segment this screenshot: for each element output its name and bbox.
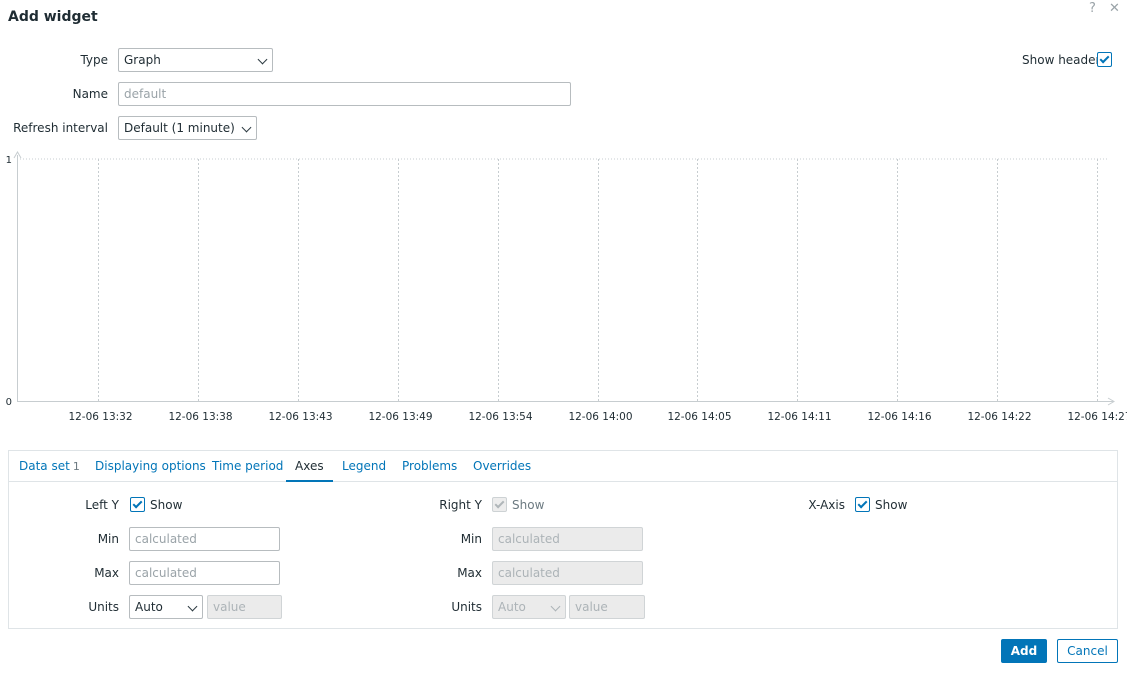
x-axis-label: X-Axis	[808, 498, 845, 512]
show-header-label: Show header	[1022, 53, 1101, 67]
type-label: Type	[80, 53, 108, 67]
left-y-label: Left Y	[85, 498, 119, 512]
graph-preview: 12-06 13:32 12-06 13:38 12-06 13:43 12-06 1…	[6, 151, 1127, 423]
type-select-value: Graph	[124, 53, 161, 67]
left-y-min-label: Min	[97, 532, 119, 546]
checkmark-icon	[1099, 53, 1110, 64]
tab-displaying-options[interactable]: Displaying options	[95, 451, 206, 482]
right-y-show-checkbox	[492, 497, 507, 512]
chevron-down-icon	[241, 122, 252, 133]
left-y-max-input[interactable]	[129, 561, 280, 585]
x-axis-show-checkbox[interactable]	[855, 497, 870, 512]
name-input[interactable]	[118, 82, 571, 106]
right-y-units-value-input	[569, 595, 645, 619]
x-tick-label: 12-06 13:32	[68, 411, 132, 423]
cancel-button[interactable]: Cancel	[1057, 639, 1118, 663]
x-tick-label: 12-06 14:27	[1067, 411, 1127, 423]
left-y-show-label: Show	[150, 498, 183, 512]
right-y-min-label: Min	[460, 532, 482, 546]
x-tick-label: 12-06 14:11	[767, 411, 831, 423]
left-y-show-checkbox[interactable]	[130, 497, 145, 512]
tab-data-set[interactable]: Data set 1	[19, 451, 80, 482]
refresh-interval-value: Default (1 minute)	[124, 121, 235, 135]
dialog-title: Add widget	[8, 9, 98, 25]
tab-problems[interactable]: Problems	[402, 451, 457, 482]
x-tick-label: 12-06 13:49	[368, 411, 432, 423]
left-y-min-input[interactable]	[129, 527, 280, 551]
right-y-max-input	[492, 561, 643, 585]
chevron-down-icon	[550, 601, 561, 612]
right-y-units-label: Units	[451, 600, 482, 614]
right-y-units-value: Auto	[498, 600, 526, 614]
y-tick-label: 1	[6, 155, 12, 166]
chevron-down-icon	[187, 601, 198, 612]
refresh-interval-label: Refresh interval	[13, 121, 108, 135]
checkmark-icon	[494, 498, 505, 509]
close-icon[interactable]: ✕	[1109, 1, 1120, 16]
x-axis-show-label: Show	[875, 498, 908, 512]
tab-axes[interactable]: Axes	[286, 451, 333, 482]
tab-label: Data set	[19, 459, 70, 473]
left-y-max-label: Max	[94, 566, 119, 580]
left-y-units-select[interactable]: Auto	[129, 595, 203, 619]
chevron-down-icon	[257, 54, 268, 65]
x-tick-label: 12-06 14:05	[667, 411, 731, 423]
right-y-show-label: Show	[512, 498, 545, 512]
type-select[interactable]: Graph	[118, 48, 273, 72]
x-tick-label: 12-06 13:38	[168, 411, 232, 423]
right-y-min-input	[492, 527, 643, 551]
right-y-units-select: Auto	[492, 595, 566, 619]
left-y-units-label: Units	[88, 600, 119, 614]
left-y-units-value: Auto	[135, 600, 163, 614]
tab-legend[interactable]: Legend	[342, 451, 386, 482]
left-y-units-value-input	[207, 595, 282, 619]
tab-bar: Data set 1 Displaying options Time period…	[9, 451, 1117, 482]
name-label: Name	[72, 87, 108, 101]
checkmark-icon	[857, 498, 868, 509]
refresh-interval-select[interactable]: Default (1 minute)	[118, 116, 257, 140]
x-tick-label: 12-06 14:22	[967, 411, 1031, 423]
right-y-label: Right Y	[439, 498, 482, 512]
x-tick-label: 12-06 13:54	[468, 411, 532, 423]
y-tick-label: 0	[6, 397, 12, 408]
help-icon[interactable]: ?	[1089, 1, 1096, 16]
tab-time-period[interactable]: Time period	[212, 451, 283, 482]
x-tick-label: 12-06 13:43	[268, 411, 332, 423]
tab-count-badge: 1	[72, 460, 80, 473]
widget-config-tabs: Data set 1 Displaying options Time period…	[8, 450, 1118, 629]
tab-overrides[interactable]: Overrides	[473, 451, 531, 482]
add-button[interactable]: Add	[1001, 639, 1047, 663]
x-tick-label: 12-06 14:00	[568, 411, 632, 423]
x-tick-label: 12-06 14:16	[867, 411, 931, 423]
checkmark-icon	[132, 498, 143, 509]
right-y-max-label: Max	[457, 566, 482, 580]
show-header-checkbox[interactable]	[1097, 52, 1112, 67]
